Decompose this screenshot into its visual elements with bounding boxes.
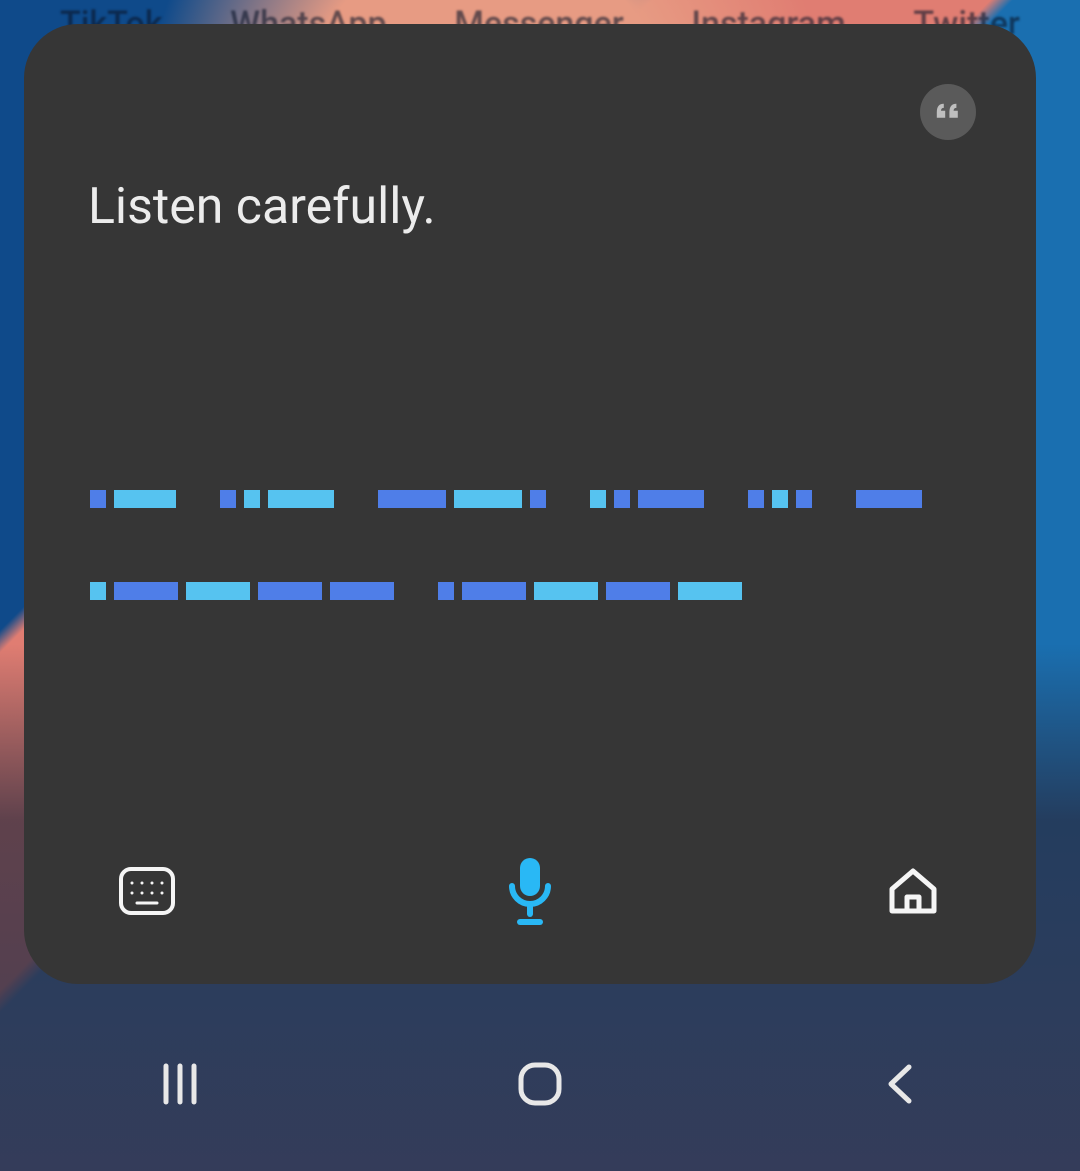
waveform-segment xyxy=(454,490,522,508)
waveform-segment xyxy=(268,490,334,508)
prompt-text: Listen carefully. xyxy=(88,178,436,236)
voice-assistant-panel: Listen carefully. xyxy=(24,24,1036,984)
home-nav-icon xyxy=(517,1061,563,1111)
back-button[interactable] xyxy=(800,1056,1000,1116)
keyboard-button[interactable] xyxy=(118,864,176,922)
recents-button[interactable] xyxy=(80,1056,280,1116)
waveform-gap xyxy=(342,490,370,508)
waveform-segment xyxy=(90,490,106,508)
waveform-row xyxy=(90,582,980,600)
waveform-segment xyxy=(438,582,454,600)
waveform-row xyxy=(90,490,980,508)
recents-icon xyxy=(160,1062,200,1110)
microphone-button[interactable] xyxy=(501,864,559,922)
keyboard-icon xyxy=(118,866,176,920)
waveform-segment xyxy=(378,490,446,508)
waveform-segment xyxy=(90,582,106,600)
home-icon xyxy=(886,865,940,921)
waveform-segment xyxy=(220,490,236,508)
waveform-segment xyxy=(258,582,322,600)
waveform-segment xyxy=(114,582,178,600)
waveform-gap xyxy=(820,490,848,508)
back-icon xyxy=(885,1061,915,1111)
system-nav-bar xyxy=(0,1045,1080,1127)
microphone-icon xyxy=(505,856,555,930)
waveform-gap xyxy=(712,490,740,508)
waveform-segment xyxy=(678,582,742,600)
waveform-segment xyxy=(590,490,606,508)
waveform-segment xyxy=(534,582,598,600)
waveform-segment xyxy=(638,490,704,508)
waveform-segment xyxy=(614,490,630,508)
waveform-gap xyxy=(184,490,212,508)
waveform-segment xyxy=(186,582,250,600)
waveform-gap xyxy=(554,490,582,508)
waveform-segment xyxy=(606,582,670,600)
waveform-segment xyxy=(772,490,788,508)
waveform-segment xyxy=(856,490,922,508)
waveform-segment xyxy=(748,490,764,508)
waveform-segment xyxy=(530,490,546,508)
waveform-segment xyxy=(114,490,176,508)
waveform-segment xyxy=(462,582,526,600)
dictation-waveform xyxy=(90,490,980,674)
home-button[interactable] xyxy=(440,1056,640,1116)
quote-icon xyxy=(934,99,962,125)
panel-action-row xyxy=(24,864,1036,922)
assistant-home-button[interactable] xyxy=(884,864,942,922)
quote-button[interactable] xyxy=(920,84,976,140)
waveform-segment xyxy=(796,490,812,508)
waveform-segment xyxy=(244,490,260,508)
waveform-gap xyxy=(402,582,430,600)
waveform-segment xyxy=(330,582,394,600)
